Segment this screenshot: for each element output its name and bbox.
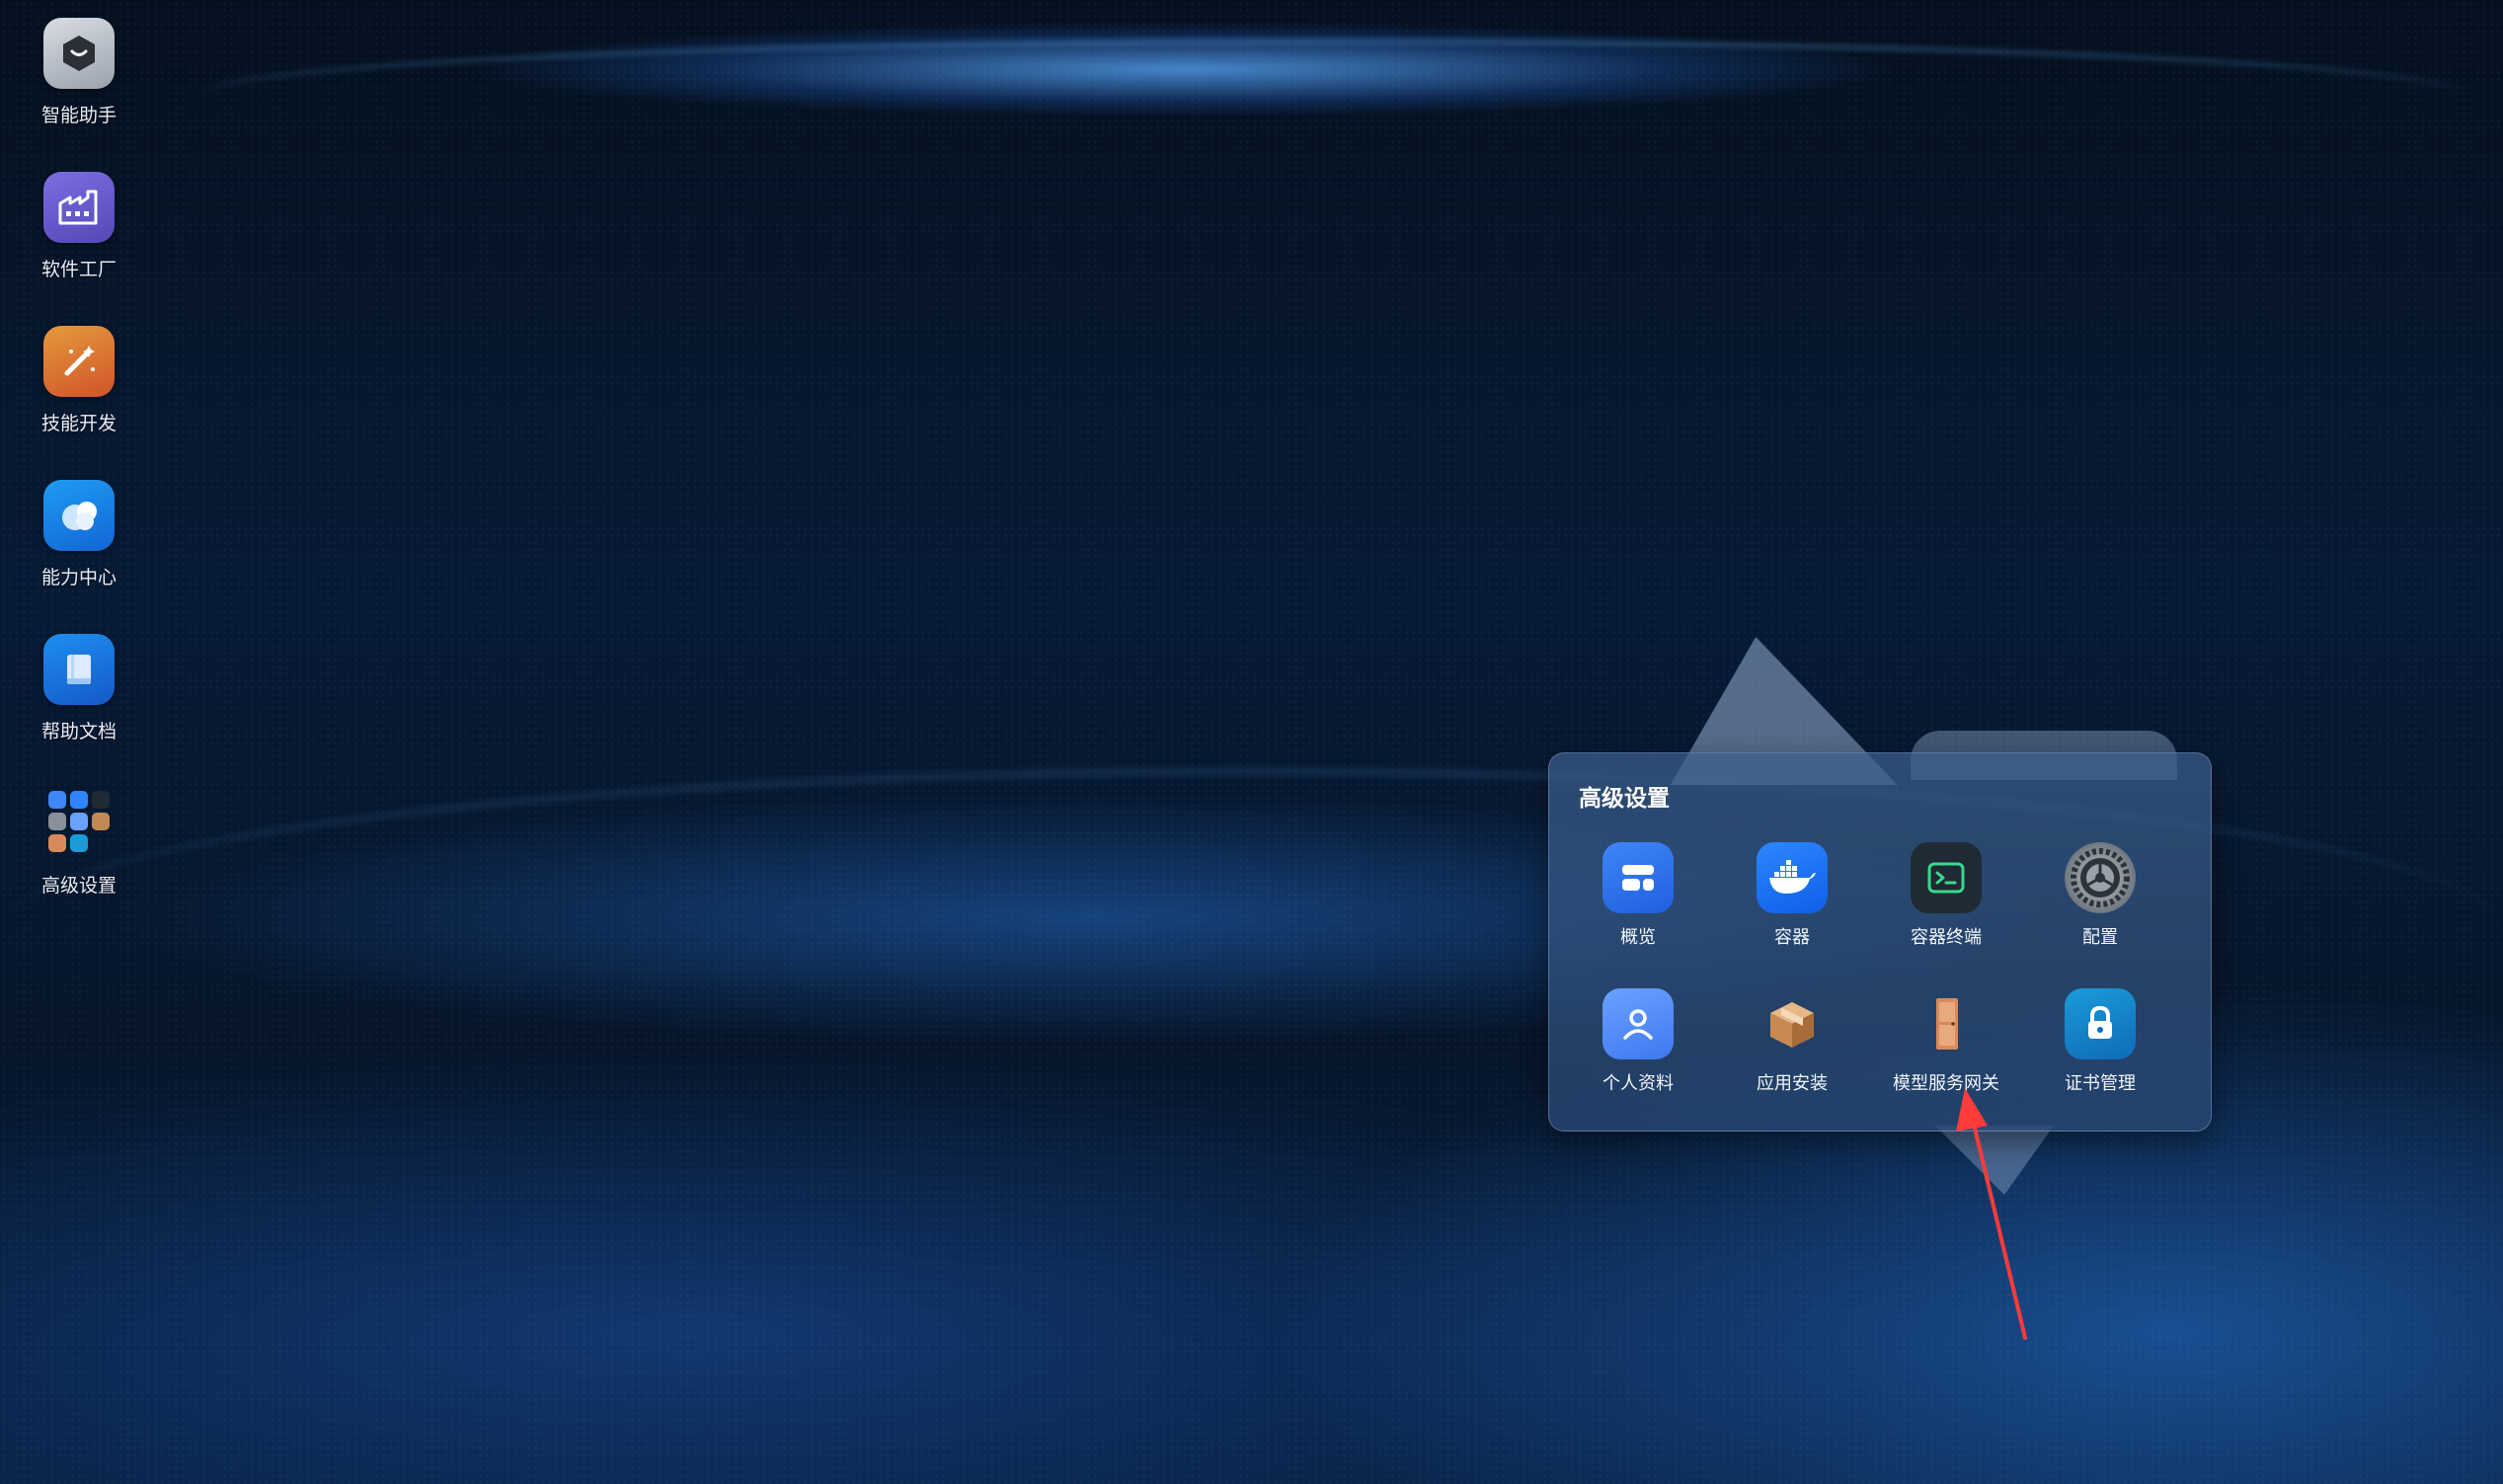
package-icon bbox=[1757, 988, 1828, 1059]
decorative-wave-top bbox=[197, 39, 2468, 152]
app-label: 应用安装 bbox=[1757, 1073, 1828, 1094]
magic-wand-icon bbox=[43, 326, 115, 397]
cloud-icon bbox=[43, 480, 115, 551]
app-overview[interactable]: 概览 bbox=[1561, 842, 1715, 988]
desktop-item-label: 软件工厂 bbox=[40, 259, 117, 280]
app-container[interactable]: 容器 bbox=[1715, 842, 1869, 988]
app-label: 容器 bbox=[1774, 927, 1810, 948]
app-model-gateway[interactable]: 模型服务网关 bbox=[1869, 988, 2023, 1134]
desktop-item-software-factory[interactable]: 软件工厂 bbox=[30, 172, 128, 326]
decorative-shard bbox=[1935, 1126, 2054, 1195]
terminal-icon bbox=[1911, 842, 1982, 913]
app-label: 容器终端 bbox=[1911, 927, 1982, 948]
desktop-item-label: 能力中心 bbox=[40, 567, 117, 588]
folder-panel-advanced-settings: 高级设置 概览 容器 容器终端 配置 个人资料 应用安装 模型服务网关 证书管理 bbox=[1548, 752, 2212, 1132]
desktop-item-label: 技能开发 bbox=[40, 413, 117, 434]
app-label: 概览 bbox=[1620, 927, 1656, 948]
lock-icon bbox=[2065, 988, 2136, 1059]
desktop-item-ability-center[interactable]: 能力中心 bbox=[30, 480, 128, 634]
app-label: 个人资料 bbox=[1603, 1073, 1674, 1094]
app-label: 配置 bbox=[2082, 927, 2118, 948]
app-label: 证书管理 bbox=[2065, 1073, 2136, 1094]
user-icon bbox=[1603, 988, 1674, 1059]
folder-grid-icon bbox=[43, 788, 115, 859]
desktop-item-label: 帮助文档 bbox=[40, 721, 117, 742]
desktop-item-label: 智能助手 bbox=[40, 105, 117, 126]
assistant-icon bbox=[43, 18, 115, 89]
desktop-item-help-docs[interactable]: 帮助文档 bbox=[30, 634, 128, 788]
app-config[interactable]: 配置 bbox=[2023, 842, 2177, 988]
desktop-icons: 智能助手 软件工厂 技能开发 能力中心 帮助文档 高级设置 bbox=[30, 18, 128, 942]
desktop-item-advanced-settings[interactable]: 高级设置 bbox=[30, 788, 128, 942]
app-label: 模型服务网关 bbox=[1893, 1073, 1999, 1094]
desktop-item-skill-dev[interactable]: 技能开发 bbox=[30, 326, 128, 480]
app-cert-management[interactable]: 证书管理 bbox=[2023, 988, 2177, 1134]
app-container-terminal[interactable]: 容器终端 bbox=[1869, 842, 2023, 988]
folder-title: 高级设置 bbox=[1579, 786, 1670, 812]
gear-icon bbox=[2065, 842, 2136, 913]
overview-icon bbox=[1603, 842, 1674, 913]
factory-icon bbox=[43, 172, 115, 243]
desktop-item-assistant[interactable]: 智能助手 bbox=[30, 18, 128, 172]
book-icon bbox=[43, 634, 115, 705]
app-install[interactable]: 应用安装 bbox=[1715, 988, 1869, 1134]
folder-app-grid: 概览 容器 容器终端 配置 个人资料 应用安装 模型服务网关 证书管理 bbox=[1561, 842, 2193, 1134]
door-icon bbox=[1911, 988, 1982, 1059]
docker-icon bbox=[1757, 842, 1828, 913]
desktop-item-label: 高级设置 bbox=[40, 875, 117, 897]
app-profile[interactable]: 个人资料 bbox=[1561, 988, 1715, 1134]
